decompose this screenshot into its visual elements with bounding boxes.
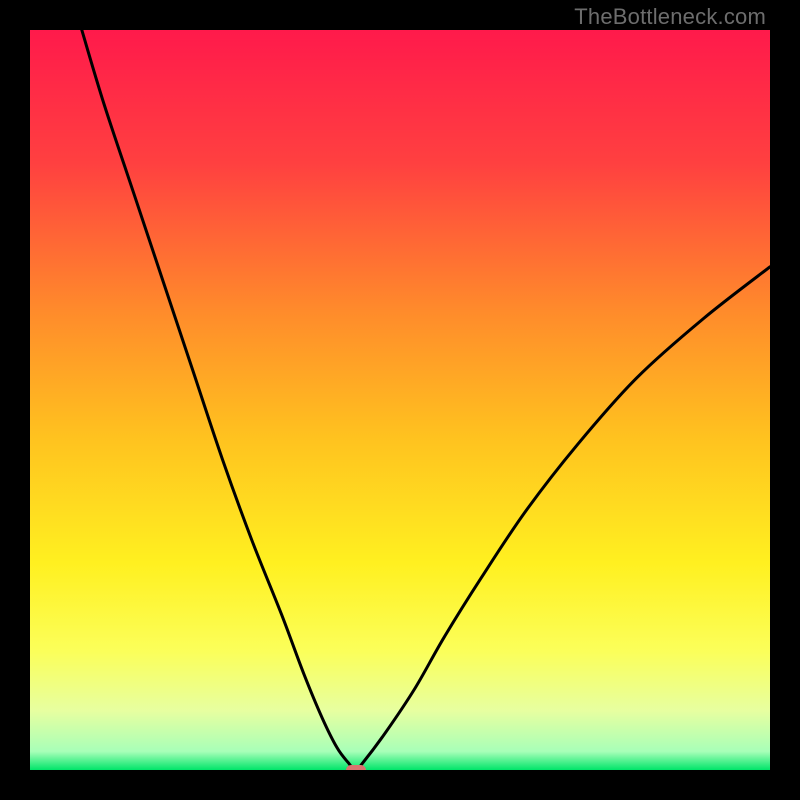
minimum-marker [346,765,366,770]
chart-frame: TheBottleneck.com [0,0,800,800]
watermark-text: TheBottleneck.com [574,4,766,30]
plot-area [30,30,770,770]
bottleneck-curve [30,30,770,770]
